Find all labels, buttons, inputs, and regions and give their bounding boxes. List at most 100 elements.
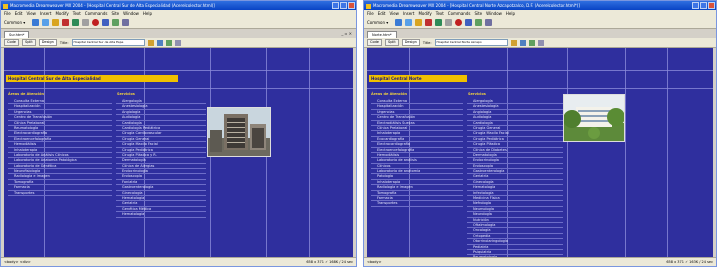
code-view-button[interactable]: Code: [367, 39, 382, 46]
document-tab[interactable]: Norte.htm*: [367, 31, 397, 38]
area-list-item[interactable]: Transportes: [8, 191, 112, 197]
table-icon[interactable]: [425, 19, 433, 26]
media-icon[interactable]: [92, 19, 100, 26]
hyperlink-icon[interactable]: [395, 19, 403, 26]
page-title-input[interactable]: Hospital Central Norte Azcapo: [434, 39, 508, 46]
design-canvas[interactable]: Hospital Central Norte Áreas de Atención…: [367, 48, 713, 258]
named-anchor-icon[interactable]: [52, 19, 60, 26]
services-heading: Servicios: [117, 92, 135, 96]
insert-toolbar: Common ▾: [1, 17, 356, 29]
area-list-item[interactable]: Transportes: [371, 201, 463, 207]
split-view-button[interactable]: Split: [21, 39, 36, 46]
image-icon[interactable]: [82, 19, 90, 26]
title-label: Title:: [59, 40, 69, 45]
refresh-icon[interactable]: [528, 39, 535, 46]
menu-modify[interactable]: Modify: [55, 11, 68, 16]
layer-icon[interactable]: [435, 19, 443, 26]
menu-view[interactable]: View: [389, 11, 399, 16]
document-toolbar: Code Split Design Title: Hospital Centra…: [364, 38, 716, 48]
insert-category-dropdown[interactable]: Common ▾: [367, 20, 388, 25]
comment-icon[interactable]: [475, 19, 483, 26]
refresh-icon[interactable]: [165, 39, 172, 46]
menu-site[interactable]: Site: [111, 11, 119, 16]
tag-selector[interactable]: <body> <div>: [4, 258, 31, 266]
areas-heading: Áreas de Atención: [8, 92, 44, 96]
template-icon[interactable]: [122, 19, 130, 26]
menu-text[interactable]: Text: [436, 11, 444, 16]
document-window-controls[interactable]: _ ▫ ✕: [341, 31, 352, 36]
code-view-button[interactable]: Code: [4, 39, 19, 46]
media-icon[interactable]: [455, 19, 463, 26]
menu-insert[interactable]: Insert: [403, 11, 414, 16]
service-list-item[interactable]: Hematología: [116, 212, 206, 218]
window-titlebar[interactable]: Macromedia Dreamweaver MX 2004 - [Hospit…: [1, 1, 356, 10]
insert-toolbar: Common ▾: [364, 17, 716, 29]
menu-help[interactable]: Help: [506, 11, 515, 16]
menu-file[interactable]: File: [367, 11, 374, 16]
menu-modify[interactable]: Modify: [418, 11, 431, 16]
design-view-button[interactable]: Design: [401, 39, 420, 46]
window-size-readout: 658 x 371 ✓ 168K / 24 sec: [306, 260, 353, 264]
menu-window[interactable]: Window: [486, 11, 502, 16]
menu-insert[interactable]: Insert: [40, 11, 51, 16]
email-link-icon[interactable]: [405, 19, 413, 26]
design-canvas[interactable]: Hospital Central Sur de Alta Especialida…: [4, 48, 353, 258]
menu-file[interactable]: File: [4, 11, 11, 16]
areas-heading: Áreas de Atención: [371, 92, 407, 96]
named-anchor-icon[interactable]: [415, 19, 423, 26]
table-icon[interactable]: [62, 19, 70, 26]
services-heading: Servicios: [468, 92, 486, 96]
preview-icon[interactable]: [156, 39, 163, 46]
title-label: Title:: [422, 40, 432, 45]
menu-edit[interactable]: Edit: [15, 11, 23, 16]
menu-commands[interactable]: Commands: [85, 11, 108, 16]
minimize-button[interactable]: [332, 2, 339, 9]
page-title-input[interactable]: Hospital Central Sur de Alta Espe: [71, 39, 145, 46]
split-view-button[interactable]: Split: [384, 39, 399, 46]
image-icon[interactable]: [445, 19, 453, 26]
menu-commands[interactable]: Commands: [448, 11, 471, 16]
template-icon[interactable]: [485, 19, 493, 26]
layer-icon[interactable]: [72, 19, 80, 26]
menu-window[interactable]: Window: [123, 11, 139, 16]
file-management-icon[interactable]: [510, 39, 517, 46]
hospital-title: Hospital Central Norte: [369, 75, 467, 82]
document-tab-bar: Sur.htm* _ ▫ ✕: [1, 29, 356, 38]
date-icon[interactable]: [102, 19, 110, 26]
minimize-button[interactable]: [692, 2, 699, 9]
document-tab-bar: Norte.htm*: [364, 29, 716, 38]
menu-bar: File Edit View Insert Modify Text Commands Site…: [1, 10, 356, 17]
menu-text[interactable]: Text: [73, 11, 81, 16]
hyperlink-icon[interactable]: [32, 19, 40, 26]
maximize-button[interactable]: [700, 2, 707, 9]
view-options-icon[interactable]: [537, 39, 544, 46]
close-button[interactable]: [348, 2, 355, 9]
tag-selector[interactable]: <body>: [367, 258, 382, 266]
status-bar: <body> 658 x 371 ✓ 163K / 24 sec: [364, 257, 716, 266]
email-link-icon[interactable]: [42, 19, 50, 26]
menu-view[interactable]: View: [26, 11, 36, 16]
menu-edit[interactable]: Edit: [378, 11, 386, 16]
document-toolbar: Code Split Design Title: Hospital Centra…: [1, 38, 356, 48]
maximize-button[interactable]: [340, 2, 347, 9]
hospital-building-photo: [563, 94, 625, 142]
dreamweaver-icon: [366, 3, 371, 9]
hospital-building-photo: [207, 107, 271, 157]
comment-icon[interactable]: [112, 19, 120, 26]
insert-category-dropdown[interactable]: Common ▾: [4, 20, 25, 25]
date-icon[interactable]: [465, 19, 473, 26]
areas-list: Consulta Externa Hospitalización Urgencias…: [8, 99, 112, 197]
close-button[interactable]: [708, 2, 715, 9]
file-management-icon[interactable]: [147, 39, 154, 46]
hospital-title: Hospital Central Sur de Alta Especialida…: [6, 75, 178, 82]
window-titlebar[interactable]: Macromedia Dreamweaver MX 2004 - [Hospit…: [364, 1, 716, 10]
menu-site[interactable]: Site: [474, 11, 482, 16]
preview-icon[interactable]: [519, 39, 526, 46]
document-tab[interactable]: Sur.htm*: [4, 31, 30, 38]
menu-help[interactable]: Help: [143, 11, 152, 16]
view-options-icon[interactable]: [174, 39, 181, 46]
window-title: Macromedia Dreamweaver MX 2004 - [Hospit…: [10, 3, 215, 8]
services-list: Alergología Anestesiología Angiología Audio…: [116, 99, 206, 218]
dreamweaver-window-sur: Macromedia Dreamweaver MX 2004 - [Hospit…: [0, 0, 357, 267]
design-view-button[interactable]: Design: [38, 39, 57, 46]
